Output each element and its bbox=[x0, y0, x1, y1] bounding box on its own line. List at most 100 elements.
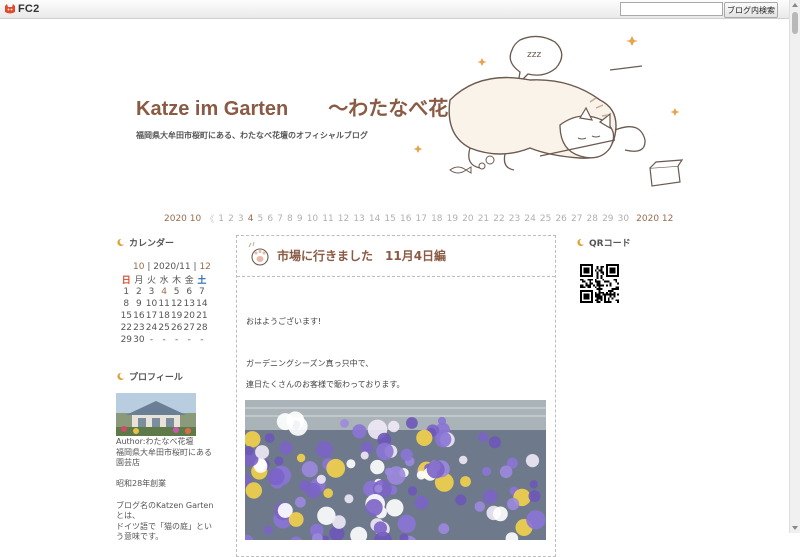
calendar-day: 26 bbox=[170, 323, 183, 333]
calendar-day: 5 bbox=[173, 287, 180, 297]
profile-line bbox=[116, 490, 216, 501]
svg-text:zzz: zzz bbox=[527, 50, 541, 60]
calendar-day: 25 bbox=[158, 323, 170, 333]
calendar-weekday: 木 bbox=[172, 276, 182, 286]
vertical-scrollbar[interactable] bbox=[789, 0, 800, 533]
pager-day: 24 bbox=[524, 213, 536, 224]
calendar-day: 17 bbox=[145, 311, 158, 321]
pager-day: 11 bbox=[322, 213, 334, 224]
calendar-sep: | bbox=[147, 262, 151, 272]
calendar-day: 2 bbox=[136, 287, 142, 297]
calendar-day: 29 bbox=[120, 335, 133, 345]
pager-day: 18 bbox=[431, 213, 443, 224]
calendar-day: 7 bbox=[198, 287, 205, 297]
pager-day: 21 bbox=[477, 213, 490, 224]
calendar-day: 11 bbox=[158, 299, 170, 309]
scroll-down-icon[interactable] bbox=[792, 526, 798, 530]
qr-heading-text: QRコード bbox=[589, 239, 631, 249]
profile-line bbox=[116, 469, 216, 480]
calendar-day: 6 bbox=[186, 287, 193, 297]
pager-day: 30 bbox=[617, 213, 630, 224]
calendar-day: 8 bbox=[123, 299, 130, 309]
calendar-day: - bbox=[175, 335, 179, 345]
pager-day: 6 bbox=[267, 213, 274, 224]
pager-day: 20 bbox=[462, 213, 474, 224]
calendar-day: 3 bbox=[148, 287, 155, 297]
calendar-day: 19 bbox=[170, 311, 183, 321]
pager-day: 2 bbox=[228, 213, 234, 224]
calendar-weekday: 土 bbox=[197, 276, 207, 286]
pager-day: 23 bbox=[508, 213, 521, 224]
calendar-table: 日月火水木金土 1 2 3 4 5 6 7 8 9 10 11 12 13 14 15 16 17 18 19 20 2… bbox=[120, 273, 208, 346]
profile-text: Author:わたなべ花壇 福岡県大牟田市桜町にある園芸店 昭和28年創業 ブロ… bbox=[116, 437, 216, 543]
profile-line: 福岡県大牟田市桜町にある園芸店 bbox=[116, 447, 212, 468]
profile-line: ドイツ語で「猫の庭」という意味です。 bbox=[116, 521, 212, 542]
moon-icon bbox=[577, 238, 585, 247]
calendar-prev-month[interactable]: 10 bbox=[133, 262, 144, 272]
pager-day: 7 bbox=[277, 213, 283, 224]
profile-shop-photo bbox=[116, 393, 196, 436]
paw-icon bbox=[248, 241, 269, 266]
pager-day: 26 bbox=[555, 213, 567, 224]
fc2-logo[interactable]: FC2 bbox=[4, 2, 39, 16]
calendar-weekday: 日 bbox=[121, 276, 131, 286]
pager-day: 15 bbox=[384, 213, 396, 224]
pager-day: 17 bbox=[415, 213, 427, 224]
pager-day: 12 bbox=[337, 213, 350, 224]
blog-search-input[interactable] bbox=[620, 2, 723, 16]
pager-left-arrow-icon: 《 bbox=[205, 215, 215, 225]
calendar-day: 16 bbox=[133, 311, 145, 321]
calendar-current-month: 2020/11 bbox=[153, 262, 191, 272]
qr-heading: QRコード bbox=[576, 236, 631, 249]
calendar-day: - bbox=[162, 335, 166, 345]
calendar-weekday: 金 bbox=[184, 276, 194, 286]
pager-days: 1 2 3 4 5 6 7 8 9 10 11 12 13 14 15 16 17 18 19 20 21 22 23 24 2… bbox=[218, 214, 633, 224]
calendar-day: 10 bbox=[145, 299, 158, 309]
pager-day: 1 bbox=[218, 213, 224, 224]
profile-line: 昭和28年創業 bbox=[116, 479, 167, 489]
pager-day: 14 bbox=[368, 213, 381, 224]
pager-day: 28 bbox=[586, 213, 598, 224]
calendar-day: 15 bbox=[120, 311, 133, 321]
calendar-day: 23 bbox=[133, 323, 145, 333]
scroll-up-icon[interactable] bbox=[792, 3, 798, 7]
entry-title[interactable]: 市場に行きました 11月4日編 bbox=[277, 247, 446, 264]
profile-line: Author:わたなべ花壇 bbox=[116, 437, 194, 446]
pager-day: 16 bbox=[399, 213, 412, 224]
pager-day: 8 bbox=[287, 213, 293, 224]
blog-search-button[interactable]: ブログ内検索 bbox=[724, 2, 778, 18]
calendar-day: 28 bbox=[196, 323, 208, 333]
moon-icon bbox=[117, 372, 125, 381]
calendar-day: 14 bbox=[196, 299, 208, 309]
blog-description: 福岡県大牟田市桜町にある、わたなべ花壇のオフィシャルブログ bbox=[136, 131, 368, 140]
pager-day: 13 bbox=[353, 213, 365, 224]
calendar-day[interactable]: 4 bbox=[158, 286, 171, 298]
calendar-day: - bbox=[149, 335, 154, 345]
calendar-sep: | bbox=[193, 262, 197, 272]
profile-line: ブログ名のKatzen Gartenとは、 bbox=[116, 500, 214, 521]
calendar-heading: カレンダー bbox=[116, 236, 174, 249]
entry-greeting: おはようございます! bbox=[246, 317, 322, 326]
pager-day: 25 bbox=[539, 213, 552, 224]
calendar-day: 9 bbox=[136, 299, 142, 309]
calendar-nav: 10 | 2020/11 | 12 bbox=[133, 262, 211, 272]
pager-day: 5 bbox=[257, 213, 264, 224]
fc2-toolbar: FC2 ブログ内検索 bbox=[0, 0, 790, 19]
fc2-cat-icon bbox=[5, 4, 15, 14]
pager-day[interactable]: 4 bbox=[248, 214, 254, 224]
calendar-next-month[interactable]: 12 bbox=[199, 262, 210, 272]
day-pager: 2020 10 《 1 2 3 4 5 6 7 8 9 10 11 12 13 14 15 16 17 18 19 2… bbox=[164, 212, 676, 226]
pager-next-month[interactable]: 2020 12 bbox=[636, 214, 673, 224]
calendar-day: 13 bbox=[183, 299, 195, 309]
calendar-day: 18 bbox=[158, 311, 170, 321]
pager-day: 22 bbox=[493, 213, 505, 224]
profile-heading-text: プロフィール bbox=[129, 373, 183, 383]
calendar-day: 1 bbox=[123, 287, 130, 297]
calendar-weekday: 火 bbox=[146, 276, 156, 286]
scrollbar-thumb[interactable] bbox=[792, 12, 798, 34]
entry-text-line: ガーデニングシーズン真っ只中で、 bbox=[246, 359, 374, 368]
calendar-day: 22 bbox=[120, 323, 133, 333]
pager-prev-month[interactable]: 2020 10 bbox=[164, 214, 201, 224]
pansy-flowers-photo bbox=[245, 400, 546, 540]
moon-icon bbox=[117, 238, 125, 247]
